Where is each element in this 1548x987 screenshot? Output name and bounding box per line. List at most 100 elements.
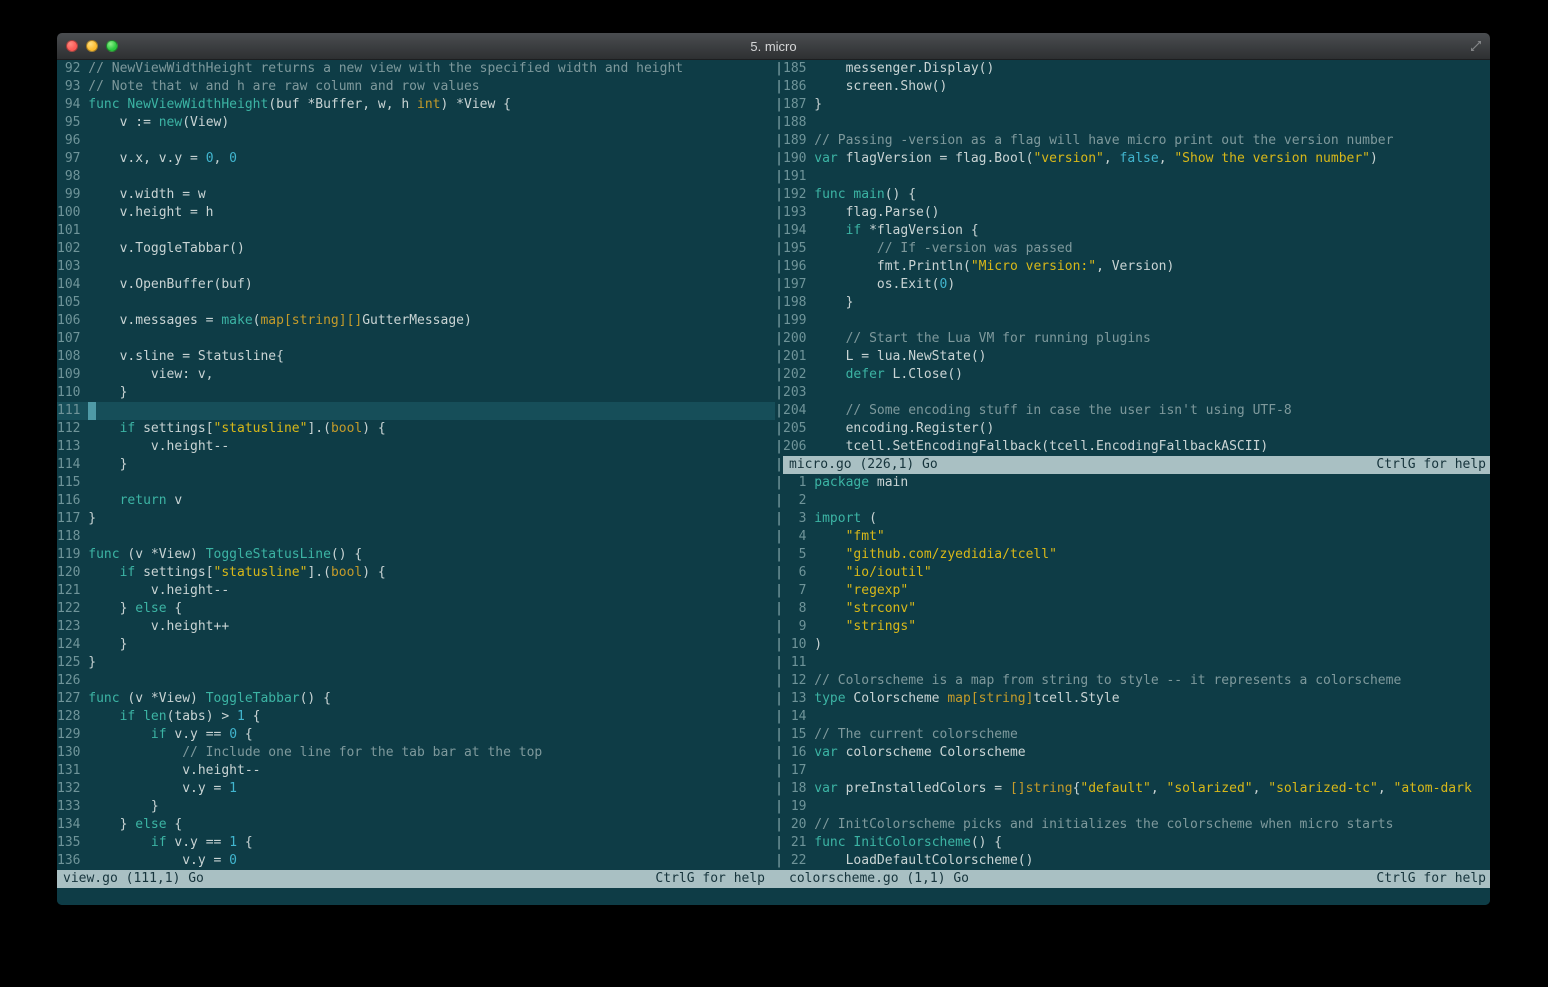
code-line[interactable]: 8 "strconv" [783,600,1490,618]
code-line[interactable]: 195 // If -version was passed [783,240,1490,258]
code-line[interactable]: 197 os.Exit(0) [783,276,1490,294]
code-line[interactable]: 186 screen.Show() [783,78,1490,96]
code-line[interactable]: 124 } [57,636,775,654]
code-line[interactable]: 200 // Start the Lua VM for running plug… [783,330,1490,348]
code-line[interactable]: 190var flagVersion = flag.Bool("version"… [783,150,1490,168]
code-line[interactable]: 132 v.y = 1 [57,780,775,798]
code-line[interactable]: 112 if settings["statusline"].(bool) { [57,420,775,438]
code-line[interactable]: 103 [57,258,775,276]
code-line[interactable]: 204 // Some encoding stuff in case the u… [783,402,1490,420]
code-line[interactable]: 100 v.height = h [57,204,775,222]
code-line[interactable]: 102 v.ToggleTabbar() [57,240,775,258]
code-line[interactable]: 108 v.sline = Statusline{ [57,348,775,366]
code-line[interactable]: 13type Colorscheme map[string]tcell.Styl… [783,690,1490,708]
code-line[interactable]: 194 if *flagVersion { [783,222,1490,240]
code-line[interactable]: 104 v.OpenBuffer(buf) [57,276,775,294]
code-line[interactable]: 3import ( [783,510,1490,528]
code-line[interactable]: 187} [783,96,1490,114]
code-line[interactable]: 118 [57,528,775,546]
code-line[interactable]: 21func InitColorscheme() { [783,834,1490,852]
code-line[interactable]: 117} [57,510,775,528]
code-line[interactable]: 107 [57,330,775,348]
code-line[interactable]: 92// NewViewWidthHeight returns a new vi… [57,60,775,78]
code-line[interactable]: 188 [783,114,1490,132]
code-line[interactable]: 22 LoadDefaultColorscheme() [783,852,1490,870]
code-line[interactable]: 202 defer L.Close() [783,366,1490,384]
code-line[interactable]: 109 view: v, [57,366,775,384]
code-line[interactable]: 128 if len(tabs) > 1 { [57,708,775,726]
code-line[interactable]: 114 } [57,456,775,474]
code-text: v.width = w [88,186,205,204]
code-line[interactable]: 120 if settings["statusline"].(bool) { [57,564,775,582]
code-line[interactable]: 113 v.height-- [57,438,775,456]
code-line[interactable]: 20// InitColorscheme picks and initializ… [783,816,1490,834]
code-line[interactable]: 106 v.messages = make(map[string][]Gutte… [57,312,775,330]
code-line[interactable]: 130 // Include one line for the tab bar … [57,744,775,762]
code-line[interactable]: 121 v.height-- [57,582,775,600]
code-line[interactable]: 98 [57,168,775,186]
editor-pane-colorscheme-go[interactable]: 1package main23import (4 "fmt"5 "github.… [783,474,1490,870]
code-line[interactable]: 9 "strings" [783,618,1490,636]
editor-pane-micro-go[interactable]: 185 messenger.Display()186 screen.Show()… [783,60,1490,456]
code-line[interactable]: 133 } [57,798,775,816]
code-line[interactable]: 96 [57,132,775,150]
code-line[interactable]: 135 if v.y == 1 { [57,834,775,852]
code-line[interactable]: 123 v.height++ [57,618,775,636]
editor-pane-view-go[interactable]: 92// NewViewWidthHeight returns a new vi… [57,60,775,870]
code-line[interactable]: 191 [783,168,1490,186]
code-line[interactable]: 93// Note that w and h are raw column an… [57,78,775,96]
code-line[interactable]: 199 [783,312,1490,330]
code-line[interactable]: 115 [57,474,775,492]
code-line[interactable]: 126 [57,672,775,690]
code-line[interactable]: 127func (v *View) ToggleTabbar() { [57,690,775,708]
code-line[interactable]: 206 tcell.SetEncodingFallback(tcell.Enco… [783,438,1490,456]
code-line[interactable]: 116 return v [57,492,775,510]
code-line[interactable]: 10) [783,636,1490,654]
code-line[interactable]: 185 messenger.Display() [783,60,1490,78]
code-line[interactable]: 15// The current colorscheme [783,726,1490,744]
code-line[interactable]: 198 } [783,294,1490,312]
code-line[interactable]: 16var colorscheme Colorscheme [783,744,1490,762]
code-line[interactable]: 205 encoding.Register() [783,420,1490,438]
code-line[interactable]: 192func main() { [783,186,1490,204]
code-line[interactable]: 122 } else { [57,600,775,618]
code-line[interactable]: 101 [57,222,775,240]
code-line[interactable]: 14 [783,708,1490,726]
code-line[interactable]: 110 } [57,384,775,402]
code-line[interactable]: 189// Passing -version as a flag will ha… [783,132,1490,150]
code-line[interactable]: 111 [57,402,775,420]
fullscreen-icon[interactable] [1469,39,1483,53]
code-line[interactable]: 134 } else { [57,816,775,834]
minimize-button-icon[interactable] [86,40,98,52]
code-line[interactable]: 129 if v.y == 0 { [57,726,775,744]
zoom-button-icon[interactable] [106,40,118,52]
code-line[interactable]: 5 "github.com/zyedidia/tcell" [783,546,1490,564]
code-line[interactable]: 12// Colorscheme is a map from string to… [783,672,1490,690]
code-line[interactable]: 7 "regexp" [783,582,1490,600]
code-line[interactable]: 2 [783,492,1490,510]
status-help-hint: CtrlG for help [1376,870,1486,888]
code-line[interactable]: 4 "fmt" [783,528,1490,546]
code-line[interactable]: 105 [57,294,775,312]
code-line[interactable]: 119func (v *View) ToggleStatusLine() { [57,546,775,564]
code-line[interactable]: 95 v := new(View) [57,114,775,132]
title-bar[interactable]: 5. micro [57,33,1490,60]
code-line[interactable]: 99 v.width = w [57,186,775,204]
code-line[interactable]: 17 [783,762,1490,780]
code-line[interactable]: 193 flag.Parse() [783,204,1490,222]
code-line[interactable]: 18var preInstalledColors = []string{"def… [783,780,1490,798]
code-line[interactable]: 196 fmt.Println("Micro version:", Versio… [783,258,1490,276]
code-line[interactable]: 136 v.y = 0 [57,852,775,870]
code-line[interactable]: 131 v.height-- [57,762,775,780]
code-line[interactable]: 11 [783,654,1490,672]
code-line[interactable]: 97 v.x, v.y = 0, 0 [57,150,775,168]
code-line[interactable]: 6 "io/ioutil" [783,564,1490,582]
code-text: } [88,636,127,654]
code-line[interactable]: 203 [783,384,1490,402]
close-button-icon[interactable] [66,40,78,52]
code-line[interactable]: 19 [783,798,1490,816]
code-line[interactable]: 125} [57,654,775,672]
code-line[interactable]: 94func NewViewWidthHeight(buf *Buffer, w… [57,96,775,114]
code-line[interactable]: 201 L = lua.NewState() [783,348,1490,366]
code-line[interactable]: 1package main [783,474,1490,492]
